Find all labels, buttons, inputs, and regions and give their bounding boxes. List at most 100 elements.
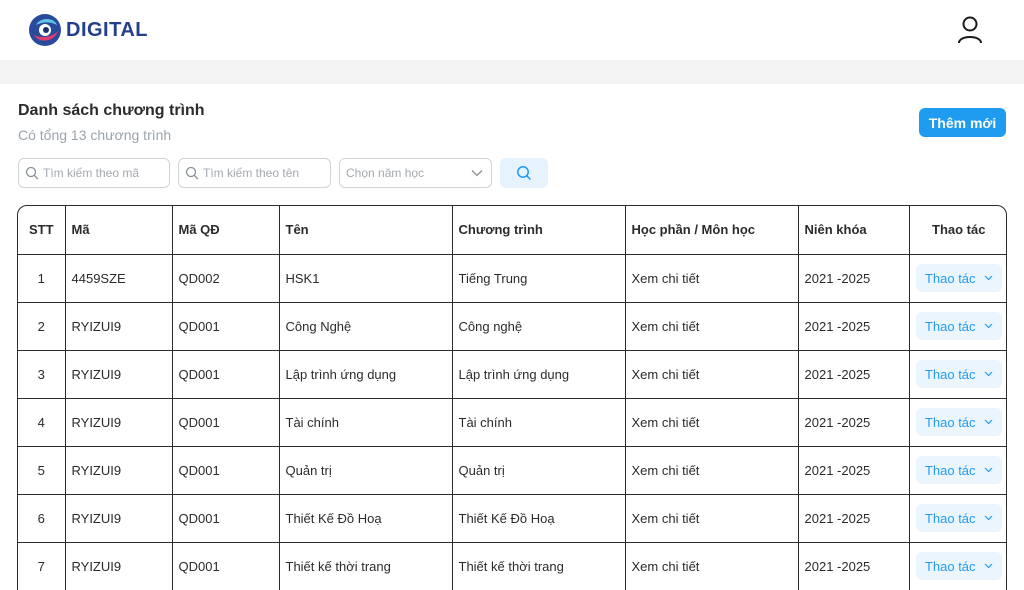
cell-actions: Thao tác — [909, 254, 1006, 303]
actions-label: Thao tác — [924, 414, 976, 430]
actions-dropdown[interactable]: Thao tác — [915, 360, 1002, 388]
cell-program: Thiết Kế Đồ Hoạ — [452, 494, 626, 543]
cell-code: RYIZUI9 — [65, 446, 173, 495]
actions-dropdown[interactable]: Thao tác — [915, 312, 1002, 340]
cell-decision: QD001 — [172, 542, 280, 590]
view-detail-link[interactable]: Xem chi tiết — [625, 398, 799, 447]
actions-label: Thao tác — [924, 558, 976, 574]
cell-actions: Thao tác — [909, 302, 1006, 351]
chevron-down-icon — [984, 563, 992, 569]
cell-decision: QD001 — [172, 302, 280, 351]
view-detail-link[interactable]: Xem chi tiết — [625, 494, 799, 543]
cell-program: Thiết kế thời trang — [452, 542, 626, 590]
cell-actions: Thao tác — [909, 494, 1006, 543]
view-detail-link[interactable]: Xem chi tiết — [625, 302, 799, 351]
header-divider-band — [0, 60, 1024, 84]
programs-table: STT Mã Mã QĐ Tên Chương trình Học phần /… — [17, 205, 1007, 590]
search-name-input[interactable] — [203, 166, 330, 180]
actions-label: Thao tác — [924, 366, 976, 382]
cell-program: Lập trình ứng dụng — [452, 350, 626, 399]
cell-stt: 5 — [18, 446, 66, 495]
chevron-down-icon — [984, 371, 992, 377]
table-header-row: STT Mã Mã QĐ Tên Chương trình Học phần /… — [18, 206, 1006, 255]
cell-years: 2021 -2025 — [798, 302, 910, 351]
view-detail-link[interactable]: Xem chi tiết — [625, 542, 799, 590]
actions-label: Thao tác — [924, 510, 976, 526]
cell-name: Lập trình ứng dụng — [279, 350, 453, 399]
view-detail-link[interactable]: Xem chi tiết — [625, 446, 799, 495]
search-code-input[interactable] — [43, 166, 169, 180]
chevron-down-icon — [984, 275, 992, 281]
chevron-down-icon — [984, 419, 992, 425]
view-detail-link[interactable]: Xem chi tiết — [625, 254, 799, 303]
add-new-button[interactable]: Thêm mới — [919, 108, 1006, 137]
cell-actions: Thao tác — [909, 446, 1006, 495]
column-header-stt: STT — [18, 206, 66, 255]
search-button[interactable] — [500, 158, 548, 188]
cell-years: 2021 -2025 — [798, 254, 910, 303]
year-select[interactable]: Chọn năm học — [339, 158, 492, 188]
cell-name: Tài chính — [279, 398, 453, 447]
column-header-name: Tên — [279, 206, 453, 255]
cell-code: RYIZUI9 — [65, 494, 173, 543]
app-header: DIGITAL — [0, 0, 1024, 60]
table-row: 5 RYIZUI9 QD001 Quản trị Quản trị Xem ch… — [18, 446, 1006, 495]
cell-stt: 1 — [18, 254, 66, 303]
cell-name: Quản trị — [279, 446, 453, 495]
cell-actions: Thao tác — [909, 398, 1006, 447]
chevron-down-icon — [984, 467, 992, 473]
cell-name: Thiết kế thời trang — [279, 542, 453, 590]
cell-decision: QD001 — [172, 494, 280, 543]
column-header-program: Chương trình — [452, 206, 626, 255]
cell-code: 4459SZE — [65, 254, 173, 303]
chevron-down-icon — [471, 170, 483, 177]
chevron-down-icon — [984, 515, 992, 521]
table-row: 3 RYIZUI9 QD001 Lập trình ứng dụng Lập t… — [18, 350, 1006, 399]
cell-stt: 4 — [18, 398, 66, 447]
cell-decision: QD002 — [172, 254, 280, 303]
actions-dropdown[interactable]: Thao tác — [915, 408, 1002, 436]
view-detail-link[interactable]: Xem chi tiết — [625, 350, 799, 399]
cell-decision: QD001 — [172, 446, 280, 495]
cell-code: RYIZUI9 — [65, 542, 173, 590]
cell-code: RYIZUI9 — [65, 302, 173, 351]
cell-stt: 3 — [18, 350, 66, 399]
search-name-field[interactable] — [178, 158, 331, 188]
table-row: 6 RYIZUI9 QD001 Thiết Kế Đồ Hoạ Thiết Kế… — [18, 494, 1006, 543]
cell-program: Tiếng Trung — [452, 254, 626, 303]
logo-text: DIGITAL — [66, 18, 149, 41]
cell-years: 2021 -2025 — [798, 542, 910, 590]
page-title: Danh sách chương trình — [18, 102, 205, 119]
search-icon — [185, 166, 199, 180]
actions-dropdown[interactable]: Thao tác — [915, 264, 1002, 292]
chevron-down-icon — [984, 323, 992, 329]
table-row: 7 RYIZUI9 QD001 Thiết kế thời trang Thiế… — [18, 542, 1006, 590]
user-icon[interactable] — [956, 15, 984, 45]
cell-actions: Thao tác — [909, 542, 1006, 590]
cell-code: RYIZUI9 — [65, 350, 173, 399]
actions-label: Thao tác — [924, 270, 976, 286]
cell-code: RYIZUI9 — [65, 398, 173, 447]
cell-program: Tài chính — [452, 398, 626, 447]
cell-stt: 2 — [18, 302, 66, 351]
logo[interactable]: DIGITAL — [28, 13, 148, 47]
column-header-actions: Thao tác — [909, 206, 1006, 255]
search-icon — [517, 166, 532, 181]
actions-dropdown[interactable]: Thao tác — [915, 456, 1002, 484]
column-header-decision: Mã QĐ — [172, 206, 280, 255]
column-header-subjects: Học phần / Môn học — [625, 206, 799, 255]
column-header-code: Mã — [65, 206, 173, 255]
cell-years: 2021 -2025 — [798, 398, 910, 447]
cell-program: Công nghệ — [452, 302, 626, 351]
cell-name: Công Nghệ — [279, 302, 453, 351]
column-header-years: Niên khóa — [798, 206, 910, 255]
actions-label: Thao tác — [924, 462, 976, 478]
year-select-placeholder: Chọn năm học — [346, 166, 425, 180]
actions-dropdown[interactable]: Thao tác — [915, 504, 1002, 532]
cell-program: Quản trị — [452, 446, 626, 495]
search-code-field[interactable] — [18, 158, 170, 188]
cell-decision: QD001 — [172, 398, 280, 447]
actions-dropdown[interactable]: Thao tác — [915, 552, 1002, 580]
actions-label: Thao tác — [924, 318, 976, 334]
page-subtitle: Có tổng 13 chương trình — [18, 127, 172, 143]
